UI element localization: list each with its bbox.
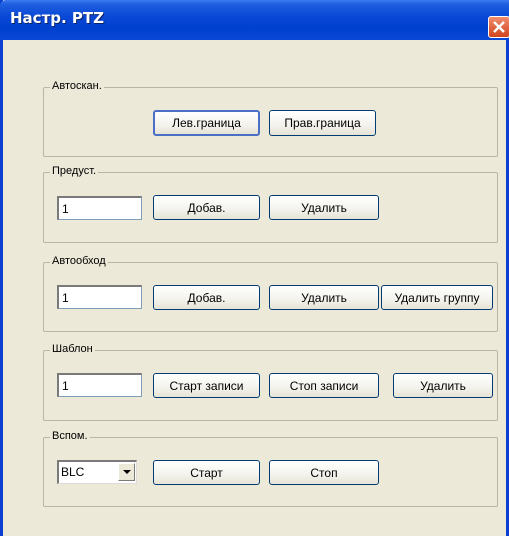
pattern-delete-button[interactable]: Удалить [393,373,493,398]
aux-stop-button[interactable]: Стоп [269,460,379,485]
preset-add-button[interactable]: Добав. [153,195,260,220]
pattern-group-title: Шаблон [50,343,95,355]
ptz-settings-window: Настр. PTZ Автоскан. Лев.граница Прав.гр… [0,0,509,536]
aux-group: Вспом. BLC Старт Стоп [43,430,498,507]
tour-delete-button[interactable]: Удалить [269,285,379,310]
tour-delete-group-button[interactable]: Удалить группу [381,285,493,310]
start-record-button[interactable]: Старт записи [153,373,260,398]
aux-function-selected: BLC [61,465,85,479]
window-title: Настр. PTZ [10,9,105,27]
left-limit-button[interactable]: Лев.граница [153,110,260,136]
right-limit-button[interactable]: Прав.граница [269,110,376,136]
aux-function-select[interactable]: BLC [57,460,137,484]
title-bar[interactable]: Настр. PTZ [0,0,509,40]
autoscan-group: Автоскан. Лев.граница Прав.граница [43,80,498,157]
preset-delete-button[interactable]: Удалить [269,195,379,220]
close-button[interactable] [488,16,509,38]
preset-group: Предуст. Добав. Удалить [43,165,498,243]
preset-number-input[interactable] [57,196,142,220]
stop-record-button[interactable]: Стоп записи [269,373,379,398]
tour-add-button[interactable]: Добав. [153,285,260,310]
tour-group-title: Автообход [50,255,108,267]
dropdown-button[interactable] [118,463,135,481]
tour-number-input[interactable] [57,285,142,309]
aux-group-title: Вспом. [50,430,90,442]
tour-group: Автообход Добав. Удалить Удалить группу [43,255,498,332]
pattern-number-input[interactable] [57,373,142,397]
chevron-down-icon [123,470,131,474]
aux-start-button[interactable]: Старт [153,460,260,485]
autoscan-group-title: Автоскан. [50,80,104,92]
preset-group-title: Предуст. [50,165,99,177]
close-icon [493,21,505,33]
pattern-group: Шаблон Старт записи Стоп записи Удалить [43,343,498,421]
